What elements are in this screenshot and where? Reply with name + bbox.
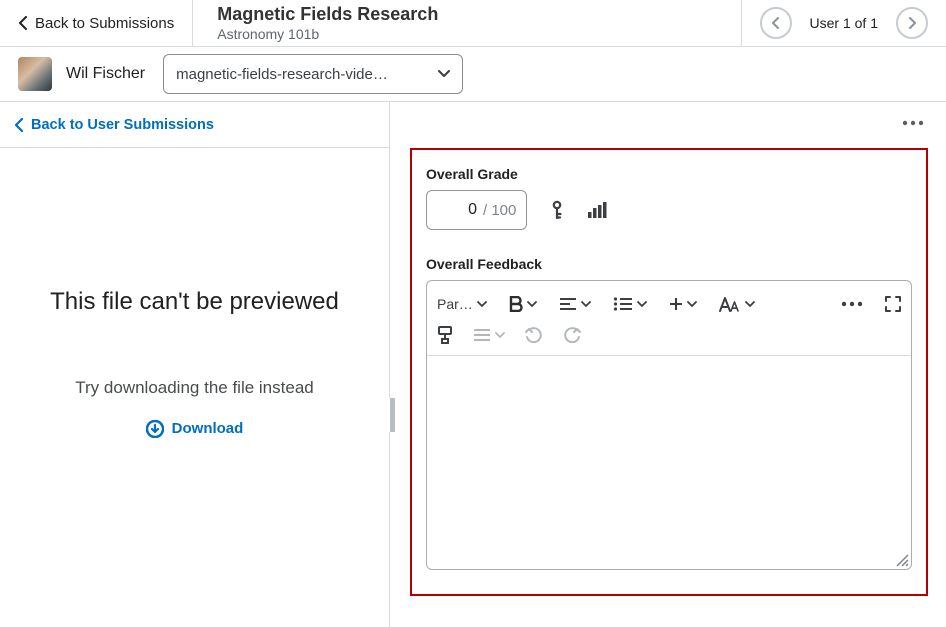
back-to-submissions-link[interactable]: Back to Submissions bbox=[0, 0, 193, 46]
overall-grade-label: Overall Grade bbox=[426, 166, 912, 182]
chevron-left-icon bbox=[18, 16, 27, 30]
align-button[interactable] bbox=[559, 297, 591, 311]
list-button[interactable] bbox=[613, 297, 647, 311]
line-spacing-button[interactable] bbox=[473, 328, 505, 342]
grade-key-icon[interactable] bbox=[549, 200, 565, 220]
student-avatar[interactable] bbox=[18, 57, 52, 91]
file-select-dropdown[interactable]: magnetic-fields-research-vide… bbox=[163, 54, 463, 94]
resize-handle[interactable] bbox=[893, 551, 909, 567]
back-to-submissions-label: Back to Submissions bbox=[35, 15, 174, 32]
font-button[interactable] bbox=[719, 296, 755, 312]
file-select-label: magnetic-fields-research-vide… bbox=[176, 66, 388, 83]
next-user-button[interactable] bbox=[896, 7, 928, 39]
preview-unavailable-message: This file can't be previewed bbox=[50, 288, 339, 316]
fullscreen-button[interactable] bbox=[885, 296, 901, 312]
grading-panel: Overall Grade / 100 bbox=[410, 148, 928, 596]
assignment-title: Magnetic Fields Research bbox=[217, 4, 716, 25]
grade-input[interactable] bbox=[427, 201, 483, 219]
download-icon bbox=[146, 420, 164, 438]
preview-area: This file can't be previewed Try downloa… bbox=[0, 148, 389, 627]
undo-button[interactable] bbox=[525, 327, 543, 343]
user-nav: User 1 of 1 bbox=[742, 0, 946, 46]
paragraph-style-dropdown[interactable]: Par… bbox=[437, 296, 487, 312]
back-to-user-submissions-label: Back to User Submissions bbox=[31, 117, 214, 133]
more-toolbar-button[interactable] bbox=[841, 301, 863, 307]
preview-hint: Try downloading the file instead bbox=[75, 378, 313, 398]
user-counter: User 1 of 1 bbox=[810, 15, 878, 31]
chevron-down-icon bbox=[438, 70, 450, 78]
course-name: Astronomy 101b bbox=[217, 26, 716, 42]
format-painter-button[interactable] bbox=[437, 326, 453, 344]
insert-button[interactable] bbox=[669, 297, 697, 311]
paragraph-style-label: Par… bbox=[437, 296, 473, 312]
back-to-user-submissions-link[interactable]: Back to User Submissions bbox=[0, 102, 389, 148]
feedback-textarea[interactable] bbox=[427, 356, 911, 569]
assignment-title-block: Magnetic Fields Research Astronomy 101b bbox=[193, 0, 741, 46]
more-actions-button[interactable] bbox=[898, 118, 928, 142]
grade-input-box: / 100 bbox=[426, 190, 527, 230]
prev-user-button[interactable] bbox=[760, 7, 792, 39]
feedback-editor: Par… bbox=[426, 280, 912, 570]
download-label: Download bbox=[172, 420, 244, 437]
redo-button[interactable] bbox=[563, 327, 581, 343]
overall-feedback-label: Overall Feedback bbox=[426, 256, 912, 272]
grade-max: / 100 bbox=[483, 202, 516, 219]
bold-button[interactable] bbox=[509, 296, 537, 312]
chevron-left-icon bbox=[14, 118, 23, 132]
student-name: Wil Fischer bbox=[66, 65, 145, 83]
download-button[interactable]: Download bbox=[146, 420, 244, 438]
statistics-icon[interactable] bbox=[587, 201, 607, 219]
editor-toolbar: Par… bbox=[427, 281, 911, 356]
